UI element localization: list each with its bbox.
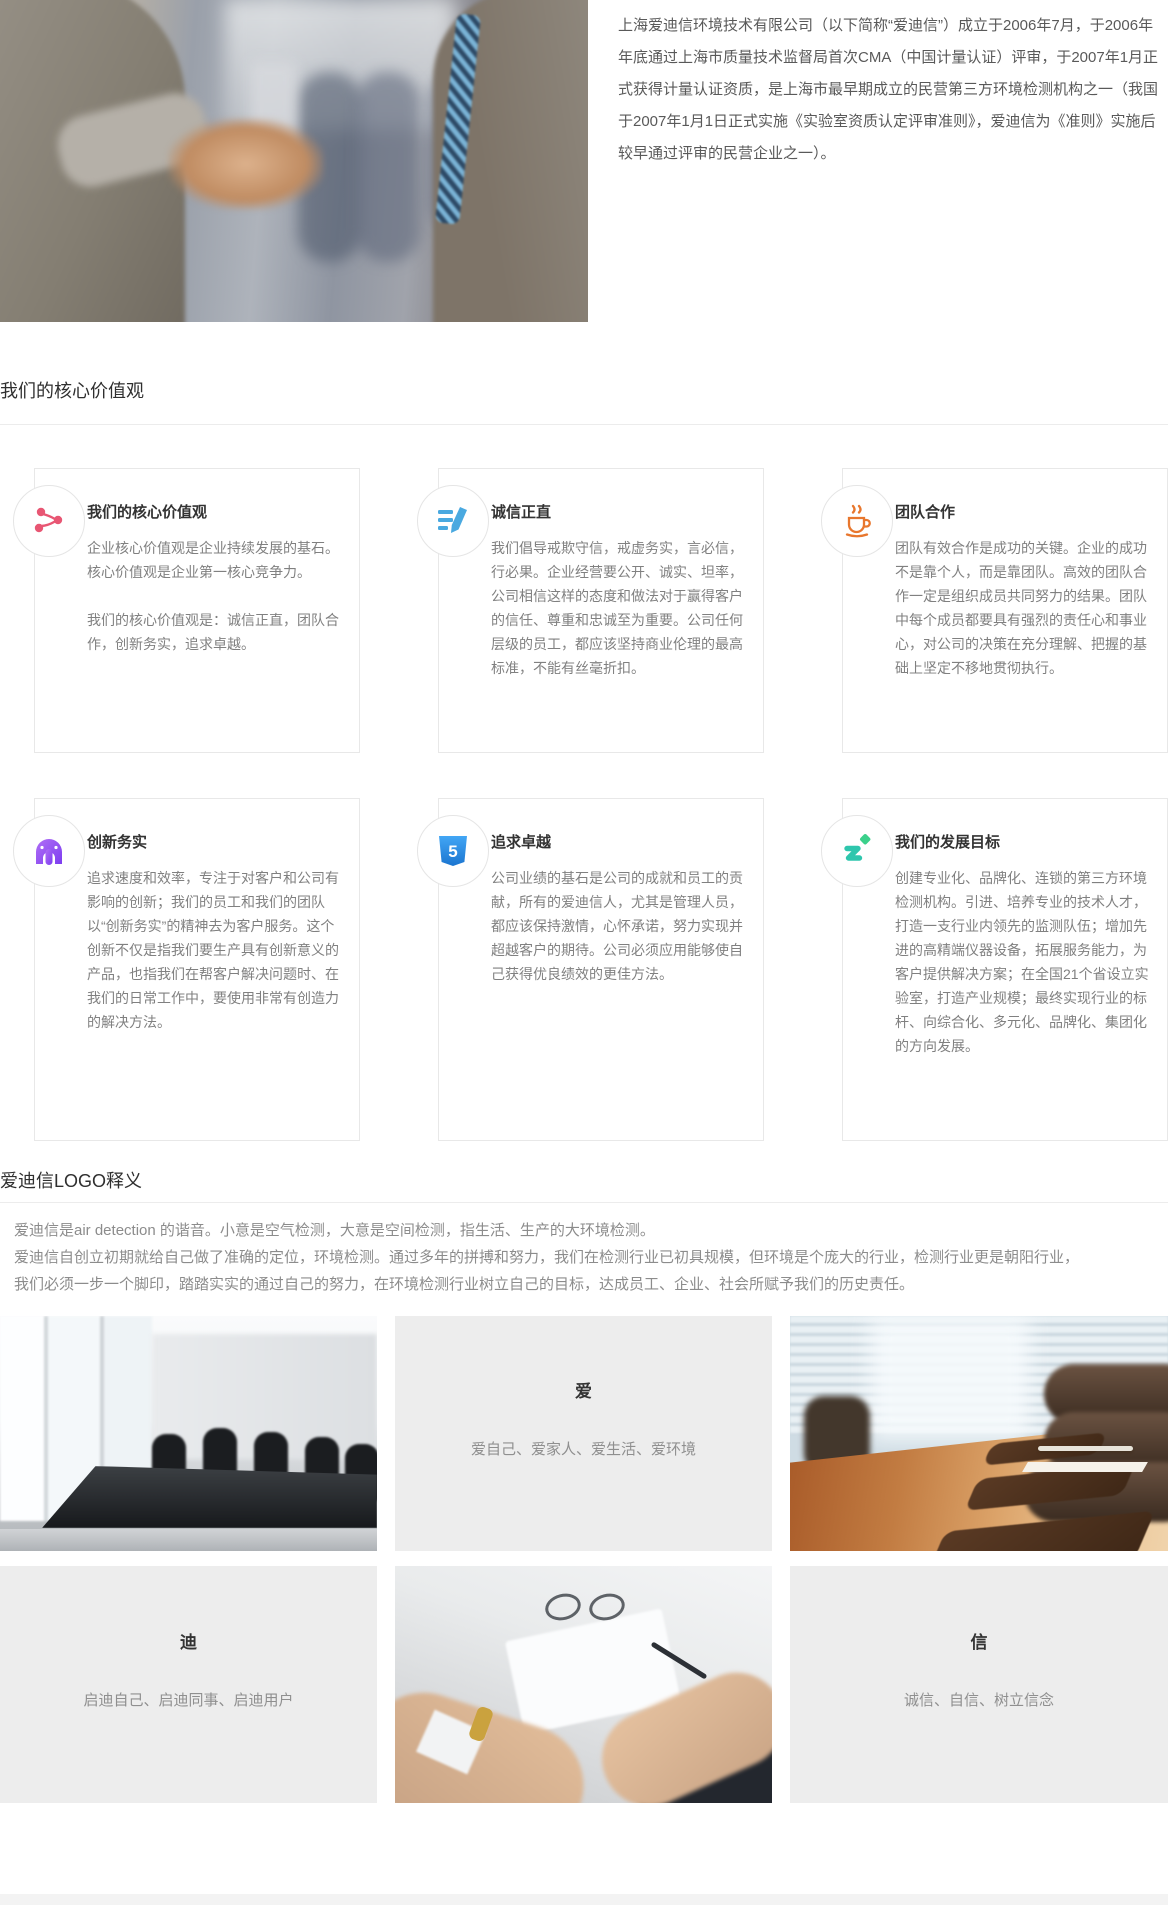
photo-decor [0, 1529, 377, 1551]
footer-strip [0, 1894, 1168, 1905]
conference-table-photo [790, 1316, 1168, 1551]
meeting-room-photo [0, 1316, 377, 1551]
logo-block-subtitle: 爱自己、爱家人、爱生活、爱环境 [471, 1438, 696, 1459]
photo-decor [1038, 1446, 1133, 1451]
values-cards: 我们的核心价值观 企业核心价值观是企业持续发展的基石。核心价值观是企业第一核心竞… [34, 468, 1168, 1141]
logo-block-title: 爱 [575, 1382, 592, 1402]
card-body: 我们的核心价值观是：诚信正直，团队合作，创新务实，追求卓越。 [87, 608, 345, 656]
divider [0, 424, 1168, 425]
pen-list-icon [417, 485, 489, 557]
card-title: 团队合作 [895, 503, 1153, 523]
logo-block-di: 迪 启迪自己、启迪同事、启迪用户 [0, 1566, 377, 1803]
logo-meaning-line: 我们必须一步一个脚印，踏踏实实的通过自己的努力，在环境检测行业树立自己的目标，达… [14, 1271, 1168, 1298]
card-development-goals: 我们的发展目标 创建专业化、品牌化、连锁的第三方环境检测机构。引进、培养专业的技… [842, 798, 1168, 1141]
svg-text:5: 5 [448, 842, 457, 861]
logo-meaning-paragraphs: 爱迪信是air detection 的谐音。小意是空气检测，大意是空间检测，指生… [0, 1203, 1168, 1304]
card-title: 我们的发展目标 [895, 833, 1153, 853]
photo-decor [870, 1316, 1030, 1441]
company-intro-text: 上海爱迪信环境技术有限公司（以下简称“爱迪信”）成立于2006年7月，于2006… [588, 0, 1168, 322]
logo-block-title: 迪 [180, 1633, 197, 1653]
card-body: 我们倡导戒欺守信，戒虚务实，言必信，行必果。企业经营要公开、诚实、坦率，公司相信… [491, 536, 749, 680]
photo-decor [42, 1466, 377, 1528]
logo-block-ai: 爱 爱自己、爱家人、爱生活、爱环境 [395, 1316, 772, 1551]
card-core-values: 我们的核心价值观 企业核心价值观是企业持续发展的基石。核心价值观是企业第一核心竞… [34, 468, 360, 753]
logo-grid: 爱 爱自己、爱家人、爱生活、爱环境 迪 启迪自己、启迪同事、启迪用户 信 诚信、… [0, 1316, 1168, 1803]
card-body: 公司业绩的基石是公司的成就和员工的贡献，所有的爱迪信人，尤其是管理人员，都应该保… [491, 866, 749, 986]
elephant-icon [13, 815, 85, 887]
share-icon [13, 485, 85, 557]
java-cup-icon [821, 485, 893, 557]
logo-block-xin: 信 诚信、自信、树立信念 [790, 1566, 1168, 1803]
card-title: 创新务实 [87, 833, 345, 853]
hero-section: 上海爱迪信环境技术有限公司（以下简称“爱迪信”）成立于2006年7月，于2006… [0, 0, 1168, 322]
card-innovation: 创新务实 追求速度和效率，专注于对客户和公司有影响的创新；我们的员工和我们的团队… [34, 798, 360, 1141]
card-title: 我们的核心价值观 [87, 503, 345, 523]
html5-shield-icon: 5 [417, 815, 489, 887]
card-body: 企业核心价值观是企业持续发展的基石。核心价值观是企业第一核心竞争力。 [87, 536, 345, 584]
logo-block-title: 信 [971, 1633, 988, 1653]
card-body: 团队有效合作是成功的关键。企业的成功不是靠个人，而是靠团队。高效的团队合作一定是… [895, 536, 1153, 680]
card-teamwork: 团队合作 团队有效合作是成功的关键。企业的成功不是靠个人，而是靠团队。高效的团队… [842, 468, 1168, 753]
section-title-core-values: 我们的核心价值观 [0, 379, 1168, 403]
photo-decor [1022, 1462, 1148, 1472]
photo-decor [168, 118, 324, 210]
logo-meaning-line: 爱迪信是air detection 的谐音。小意是空气检测，大意是空间检测，指生… [14, 1217, 1168, 1244]
zigzag-tools-icon [821, 815, 893, 887]
card-excellence: 5 追求卓越 公司业绩的基石是公司的成就和员工的贡献，所有的爱迪信人，尤其是管理… [438, 798, 764, 1141]
handshake-photo [0, 0, 588, 322]
logo-block-subtitle: 启迪自己、启迪同事、启迪用户 [83, 1689, 293, 1710]
working-hands-photo [395, 1566, 772, 1803]
photo-decor [542, 1590, 583, 1624]
card-integrity: 诚信正直 我们倡导戒欺守信，戒虚务实，言必信，行必果。企业经营要公开、诚实、坦率… [438, 468, 764, 753]
card-body: 创建专业化、品牌化、连锁的第三方环境检测机构。引进、培养专业的技术人才，打造一支… [895, 866, 1153, 1058]
section-title-logo-meaning: 爱迪信LOGO释义 [0, 1169, 1168, 1193]
card-title: 追求卓越 [491, 833, 749, 853]
photo-decor [356, 72, 420, 262]
card-body: 追求速度和效率，专注于对客户和公司有影响的创新；我们的员工和我们的团队以“创新务… [87, 866, 345, 1034]
logo-meaning-line: 爱迪信自创立初期就给自己做了准确的定位，环境检测。通过多年的拼搏和努力，我们在检… [14, 1244, 1168, 1271]
card-title: 诚信正直 [491, 503, 749, 523]
logo-block-subtitle: 诚信、自信、树立信念 [904, 1689, 1054, 1710]
